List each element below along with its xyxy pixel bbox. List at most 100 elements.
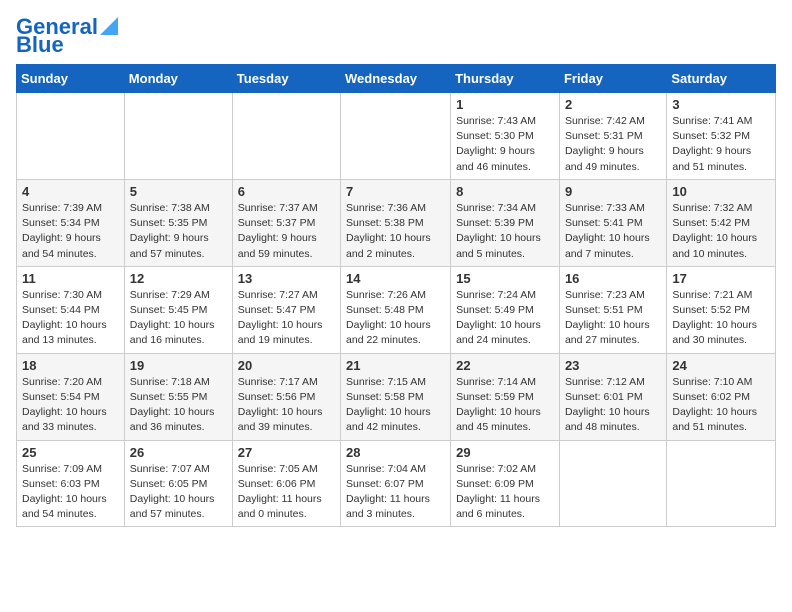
- day-info: Sunrise: 7:18 AM Sunset: 5:55 PM Dayligh…: [130, 375, 227, 436]
- calendar-cell: 9 Sunrise: 7:33 AM Sunset: 5:41 PM Daylig…: [559, 179, 666, 266]
- day-number: 3: [672, 97, 770, 112]
- calendar-cell: [232, 93, 340, 180]
- calendar-cell: [124, 93, 232, 180]
- day-info: Sunrise: 7:29 AM Sunset: 5:45 PM Dayligh…: [130, 288, 227, 349]
- header-tuesday: Tuesday: [232, 65, 340, 93]
- day-number: 22: [456, 358, 554, 373]
- day-info: Sunrise: 7:42 AM Sunset: 5:31 PM Dayligh…: [565, 114, 661, 175]
- day-number: 21: [346, 358, 445, 373]
- calendar-cell: 8 Sunrise: 7:34 AM Sunset: 5:39 PM Daylig…: [451, 179, 560, 266]
- calendar-cell: 25 Sunrise: 7:09 AM Sunset: 6:03 PM Dayli…: [17, 440, 125, 527]
- day-info: Sunrise: 7:43 AM Sunset: 5:30 PM Dayligh…: [456, 114, 554, 175]
- day-number: 19: [130, 358, 227, 373]
- day-number: 27: [238, 445, 335, 460]
- calendar-cell: 24 Sunrise: 7:10 AM Sunset: 6:02 PM Dayli…: [667, 353, 776, 440]
- day-number: 18: [22, 358, 119, 373]
- day-info: Sunrise: 7:33 AM Sunset: 5:41 PM Dayligh…: [565, 201, 661, 262]
- calendar-cell: 28Sunrise: 7:04 AM Sunset: 6:07 PM Dayli…: [341, 440, 451, 527]
- week-row-1: 4Sunrise: 7:39 AM Sunset: 5:34 PM Daylig…: [17, 179, 776, 266]
- calendar-cell: 12 Sunrise: 7:29 AM Sunset: 5:45 PM Dayli…: [124, 266, 232, 353]
- calendar-cell: 13 Sunrise: 7:27 AM Sunset: 5:47 PM Dayli…: [232, 266, 340, 353]
- day-info: Sunrise: 7:38 AM Sunset: 5:35 PM Dayligh…: [130, 201, 227, 262]
- calendar-cell: 5Sunrise: 7:38 AM Sunset: 5:35 PM Daylig…: [124, 179, 232, 266]
- logo-text-blue: Blue: [16, 34, 64, 56]
- day-info: Sunrise: 7:10 AM Sunset: 6:02 PM Dayligh…: [672, 375, 770, 436]
- day-number: 14: [346, 271, 445, 286]
- calendar-cell: 2 Sunrise: 7:42 AM Sunset: 5:31 PM Daylig…: [559, 93, 666, 180]
- header-sunday: Sunday: [17, 65, 125, 93]
- calendar-cell: 18 Sunrise: 7:20 AM Sunset: 5:54 PM Dayli…: [17, 353, 125, 440]
- day-number: 7: [346, 184, 445, 199]
- day-number: 15: [456, 271, 554, 286]
- day-number: 20: [238, 358, 335, 373]
- calendar-cell: [17, 93, 125, 180]
- page-header: General Blue: [16, 16, 776, 56]
- calendar-cell: 3 Sunrise: 7:41 AM Sunset: 5:32 PM Daylig…: [667, 93, 776, 180]
- week-row-3: 18 Sunrise: 7:20 AM Sunset: 5:54 PM Dayli…: [17, 353, 776, 440]
- day-info: Sunrise: 7:34 AM Sunset: 5:39 PM Dayligh…: [456, 201, 554, 262]
- calendar-cell: 4Sunrise: 7:39 AM Sunset: 5:34 PM Daylig…: [17, 179, 125, 266]
- logo: General Blue: [16, 16, 118, 56]
- day-number: 6: [238, 184, 335, 199]
- header-wednesday: Wednesday: [341, 65, 451, 93]
- calendar-cell: 20 Sunrise: 7:17 AM Sunset: 5:56 PM Dayli…: [232, 353, 340, 440]
- header-monday: Monday: [124, 65, 232, 93]
- day-number: 8: [456, 184, 554, 199]
- day-number: 25: [22, 445, 119, 460]
- day-info: Sunrise: 7:05 AM Sunset: 6:06 PM Dayligh…: [238, 462, 335, 523]
- calendar-table: SundayMondayTuesdayWednesdayThursdayFrid…: [16, 64, 776, 527]
- calendar-cell: 10 Sunrise: 7:32 AM Sunset: 5:42 PM Dayli…: [667, 179, 776, 266]
- week-row-4: 25 Sunrise: 7:09 AM Sunset: 6:03 PM Dayli…: [17, 440, 776, 527]
- day-number: 9: [565, 184, 661, 199]
- day-number: 24: [672, 358, 770, 373]
- calendar-cell: 27 Sunrise: 7:05 AM Sunset: 6:06 PM Dayli…: [232, 440, 340, 527]
- week-row-2: 11 Sunrise: 7:30 AM Sunset: 5:44 PM Dayli…: [17, 266, 776, 353]
- day-number: 2: [565, 97, 661, 112]
- calendar-cell: 16 Sunrise: 7:23 AM Sunset: 5:51 PM Dayli…: [559, 266, 666, 353]
- day-info: Sunrise: 7:20 AM Sunset: 5:54 PM Dayligh…: [22, 375, 119, 436]
- day-number: 16: [565, 271, 661, 286]
- calendar-cell: 6Sunrise: 7:37 AM Sunset: 5:37 PM Daylig…: [232, 179, 340, 266]
- calendar-cell: 19 Sunrise: 7:18 AM Sunset: 5:55 PM Dayli…: [124, 353, 232, 440]
- calendar-cell: 26 Sunrise: 7:07 AM Sunset: 6:05 PM Dayli…: [124, 440, 232, 527]
- day-info: Sunrise: 7:41 AM Sunset: 5:32 PM Dayligh…: [672, 114, 770, 175]
- day-info: Sunrise: 7:21 AM Sunset: 5:52 PM Dayligh…: [672, 288, 770, 349]
- day-number: 10: [672, 184, 770, 199]
- day-number: 26: [130, 445, 227, 460]
- day-info: Sunrise: 7:36 AM Sunset: 5:38 PM Dayligh…: [346, 201, 445, 262]
- day-number: 11: [22, 271, 119, 286]
- day-info: Sunrise: 7:32 AM Sunset: 5:42 PM Dayligh…: [672, 201, 770, 262]
- day-info: Sunrise: 7:12 AM Sunset: 6:01 PM Dayligh…: [565, 375, 661, 436]
- day-number: 13: [238, 271, 335, 286]
- day-info: Sunrise: 7:07 AM Sunset: 6:05 PM Dayligh…: [130, 462, 227, 523]
- day-info: Sunrise: 7:02 AM Sunset: 6:09 PM Dayligh…: [456, 462, 554, 523]
- day-info: Sunrise: 7:27 AM Sunset: 5:47 PM Dayligh…: [238, 288, 335, 349]
- day-info: Sunrise: 7:15 AM Sunset: 5:58 PM Dayligh…: [346, 375, 445, 436]
- calendar-cell: [667, 440, 776, 527]
- calendar-cell: 15Sunrise: 7:24 AM Sunset: 5:49 PM Dayli…: [451, 266, 560, 353]
- logo-icon: [100, 17, 118, 35]
- day-info: Sunrise: 7:39 AM Sunset: 5:34 PM Dayligh…: [22, 201, 119, 262]
- day-info: Sunrise: 7:14 AM Sunset: 5:59 PM Dayligh…: [456, 375, 554, 436]
- header-thursday: Thursday: [451, 65, 560, 93]
- day-info: Sunrise: 7:04 AM Sunset: 6:07 PM Dayligh…: [346, 462, 445, 523]
- day-info: Sunrise: 7:30 AM Sunset: 5:44 PM Dayligh…: [22, 288, 119, 349]
- day-info: Sunrise: 7:09 AM Sunset: 6:03 PM Dayligh…: [22, 462, 119, 523]
- calendar-cell: 14Sunrise: 7:26 AM Sunset: 5:48 PM Dayli…: [341, 266, 451, 353]
- day-number: 23: [565, 358, 661, 373]
- calendar-cell: [341, 93, 451, 180]
- day-number: 17: [672, 271, 770, 286]
- day-info: Sunrise: 7:23 AM Sunset: 5:51 PM Dayligh…: [565, 288, 661, 349]
- day-info: Sunrise: 7:17 AM Sunset: 5:56 PM Dayligh…: [238, 375, 335, 436]
- calendar-cell: 1Sunrise: 7:43 AM Sunset: 5:30 PM Daylig…: [451, 93, 560, 180]
- week-row-0: 1Sunrise: 7:43 AM Sunset: 5:30 PM Daylig…: [17, 93, 776, 180]
- calendar-cell: 21 Sunrise: 7:15 AM Sunset: 5:58 PM Dayli…: [341, 353, 451, 440]
- header-saturday: Saturday: [667, 65, 776, 93]
- calendar-cell: 17 Sunrise: 7:21 AM Sunset: 5:52 PM Dayli…: [667, 266, 776, 353]
- calendar-cell: 11 Sunrise: 7:30 AM Sunset: 5:44 PM Dayli…: [17, 266, 125, 353]
- calendar-cell: [559, 440, 666, 527]
- day-number: 12: [130, 271, 227, 286]
- calendar-cell: 29Sunrise: 7:02 AM Sunset: 6:09 PM Dayli…: [451, 440, 560, 527]
- calendar-header-row: SundayMondayTuesdayWednesdayThursdayFrid…: [17, 65, 776, 93]
- calendar-cell: 7 Sunrise: 7:36 AM Sunset: 5:38 PM Daylig…: [341, 179, 451, 266]
